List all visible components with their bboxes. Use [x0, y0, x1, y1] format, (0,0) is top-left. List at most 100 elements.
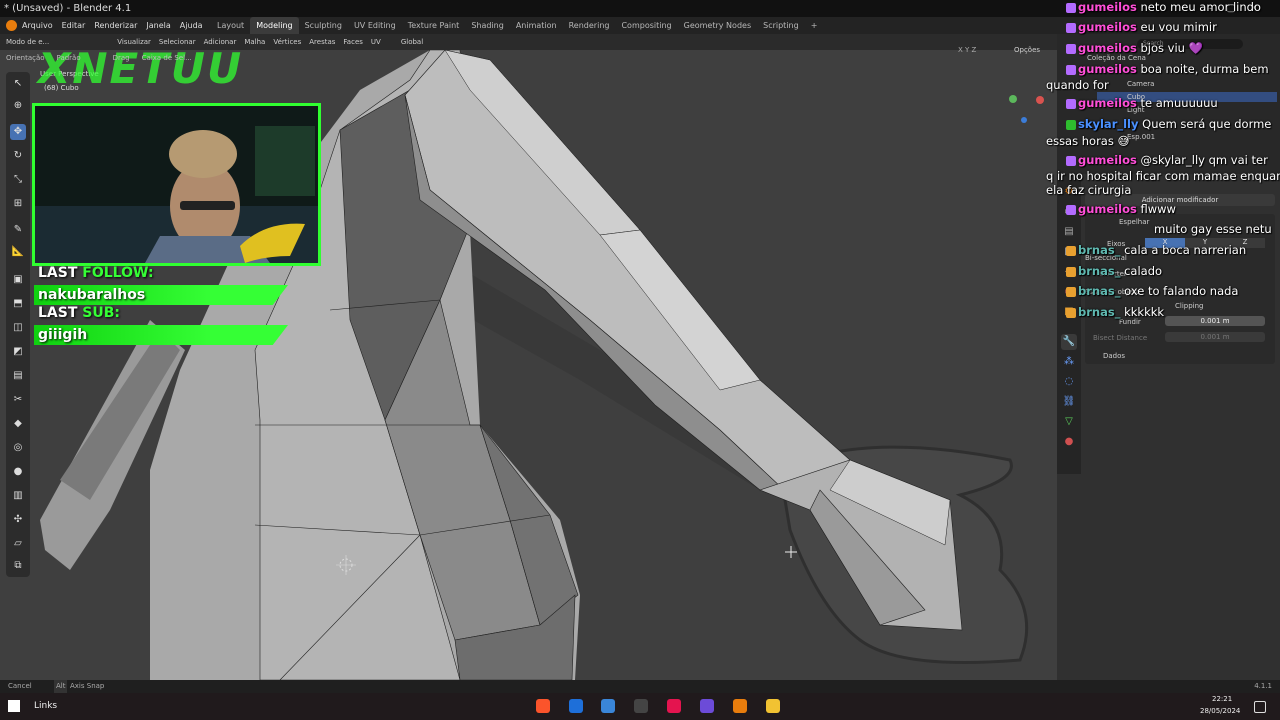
axis-snap-hint: Axis Snap: [70, 682, 105, 690]
knife-tool-icon[interactable]: ✂: [10, 392, 26, 408]
menu-render[interactable]: Renderizar: [94, 17, 137, 34]
brave-browser-icon[interactable]: [536, 699, 550, 713]
version-label: 4.1.1: [1254, 682, 1272, 690]
rotate-tool-icon[interactable]: ↻: [10, 148, 26, 164]
shrink-fatten-tool-icon[interactable]: ✣: [10, 512, 26, 528]
menu-file[interactable]: Arquivo: [22, 17, 53, 34]
edge-slide-tool-icon[interactable]: ▥: [10, 488, 26, 504]
rip-tool-icon[interactable]: ⧉: [10, 558, 26, 574]
add-workspace-button[interactable]: +: [805, 17, 824, 34]
menu-help[interactable]: Ajuda: [180, 17, 203, 34]
measure-tool-icon[interactable]: 📐: [10, 244, 26, 260]
move-tool-icon[interactable]: ✥: [10, 124, 26, 140]
transform-tool-icon[interactable]: ⊞: [10, 196, 26, 212]
bisect-distance-field[interactable]: 0.001 m: [1165, 332, 1265, 342]
window-title: * (Unsaved) - Blender 4.1: [4, 3, 132, 14]
axis-x[interactable]: X: [958, 46, 963, 54]
constraints-tab-icon[interactable]: ⛓: [1061, 394, 1077, 410]
default-select[interactable]: Padrão: [57, 54, 81, 62]
menu-face[interactable]: Faces: [343, 34, 362, 50]
workspace-tab-texture-paint[interactable]: Texture Paint: [402, 17, 466, 34]
axis-y[interactable]: Y: [965, 46, 969, 54]
data-section[interactable]: Dados: [1103, 352, 1125, 360]
chat-message: skylar_lly Quem será que dorme: [1066, 117, 1271, 131]
status-bar: Cancel Alt Axis Snap 4.1.1: [0, 680, 1280, 693]
select-box-select[interactable]: Caixa de Sel...: [142, 54, 192, 62]
drag-label: Drag: [112, 54, 130, 62]
menu-edge[interactable]: Arestas: [309, 34, 335, 50]
loop-cut-tool-icon[interactable]: ▤: [10, 368, 26, 384]
last-follow-label-highlight: FOLLOW:: [82, 265, 154, 281]
links-label[interactable]: Links: [34, 701, 57, 711]
chat-message: brnas_ kkkkkk: [1066, 305, 1164, 319]
workspace-tab-sculpting[interactable]: Sculpting: [299, 17, 348, 34]
workspace-tab-modeling[interactable]: Modeling: [250, 17, 299, 34]
mirror-axes[interactable]: X Y Z: [958, 42, 976, 58]
options-button[interactable]: Opções: [1014, 42, 1040, 58]
chat-message-continued: quando for: [1046, 78, 1109, 92]
menu-view[interactable]: Visualizar: [117, 34, 151, 50]
browser-icon[interactable]: [569, 699, 583, 713]
data-tab-icon[interactable]: ▽: [1061, 414, 1077, 430]
tiktok-icon[interactable]: [667, 699, 681, 713]
workspace-tab-compositing[interactable]: Compositing: [615, 17, 677, 34]
scale-tool-icon[interactable]: ⤡: [10, 172, 26, 188]
blender-logo-icon[interactable]: [6, 20, 17, 31]
axis-z[interactable]: Z: [972, 46, 977, 54]
workspace-tab-geometry-nodes[interactable]: Geometry Nodes: [678, 17, 757, 34]
obs-icon[interactable]: [634, 699, 648, 713]
chat-message-continued: q ir no hospital ficar com mamae enquant…: [1046, 169, 1280, 183]
menu-mesh[interactable]: Malha: [244, 34, 265, 50]
file-explorer-icon[interactable]: [766, 699, 780, 713]
workspace-tab-uv-editing[interactable]: UV Editing: [348, 17, 402, 34]
menu-vertex[interactable]: Vértices: [273, 34, 301, 50]
material-tab-icon[interactable]: ●: [1061, 434, 1077, 450]
clock-time[interactable]: 22:21: [1212, 695, 1232, 703]
shear-tool-icon[interactable]: ▱: [10, 536, 26, 552]
modifiers-tab-icon[interactable]: 🔧: [1061, 334, 1077, 350]
last-follow-value: nakubaralhos: [34, 285, 288, 305]
extrude-tool-icon[interactable]: ⬒: [10, 296, 26, 312]
poly-build-tool-icon[interactable]: ◆: [10, 416, 26, 432]
workspace-tab-animation[interactable]: Animation: [510, 17, 563, 34]
workspace-tab-layout[interactable]: Layout: [211, 17, 250, 34]
chat-message: gumeilos boa noite, durma bem: [1066, 62, 1269, 76]
particles-tab-icon[interactable]: ⁂: [1061, 354, 1077, 370]
orientation-select[interactable]: Global: [401, 34, 423, 50]
menu-add[interactable]: Adicionar: [204, 34, 237, 50]
inset-tool-icon[interactable]: ◫: [10, 320, 26, 336]
select-tool-icon[interactable]: ↖: [10, 76, 26, 92]
blender-taskbar-icon[interactable]: [733, 699, 747, 713]
physics-tab-icon[interactable]: ◌: [1061, 374, 1077, 390]
clock-date[interactable]: 28/05/2024: [1200, 707, 1240, 715]
bisect-distance-label: Bisect Distance: [1093, 334, 1148, 342]
stream-chat: gumeilos neto meu amor lindo gumeilos eu…: [1040, 0, 1280, 330]
chat-message: brnas_ calado: [1066, 264, 1162, 278]
calculator-icon[interactable]: [601, 699, 615, 713]
chat-message: gumeilos neto meu amor lindo: [1066, 0, 1261, 14]
workspace-tab-shading[interactable]: Shading: [465, 17, 510, 34]
chat-message: gumeilos te amuuuuuu: [1066, 96, 1218, 110]
cancel-hint: Cancel: [8, 682, 32, 690]
add-cube-tool-icon[interactable]: ▣: [10, 272, 26, 288]
tool-shelf: ↖ ⊕ ✥ ↻ ⤡ ⊞ ✎ 📐 ▣ ⬒ ◫ ◩ ▤ ✂ ◆ ◎ ● ▥ ✣ ▱ …: [6, 72, 30, 577]
windows-start-icon[interactable]: [8, 700, 20, 712]
viewport-header: Modo de e... Visualizar Selecionar Adici…: [0, 34, 1057, 54]
chat-message: brnas_ oxe to falando nada: [1066, 284, 1238, 298]
spin-tool-icon[interactable]: ◎: [10, 440, 26, 456]
notification-icon[interactable]: [1254, 701, 1266, 713]
discord-icon[interactable]: [700, 699, 714, 713]
menu-edit[interactable]: Editar: [62, 17, 86, 34]
chat-message: gumeilos eu vou mimir: [1066, 20, 1217, 34]
menu-window[interactable]: Janela: [146, 17, 170, 34]
bevel-tool-icon[interactable]: ◩: [10, 344, 26, 360]
chat-message: muito gay esse netu: [1154, 222, 1272, 236]
workspace-tab-rendering[interactable]: Rendering: [563, 17, 616, 34]
annotate-tool-icon[interactable]: ✎: [10, 222, 26, 238]
cursor-tool-icon[interactable]: ⊕: [10, 98, 26, 114]
menu-select[interactable]: Selecionar: [159, 34, 196, 50]
workspace-tab-scripting[interactable]: Scripting: [757, 17, 805, 34]
smooth-tool-icon[interactable]: ●: [10, 464, 26, 480]
menu-uv[interactable]: UV: [371, 34, 381, 50]
mode-select[interactable]: Modo de e...: [6, 34, 49, 50]
